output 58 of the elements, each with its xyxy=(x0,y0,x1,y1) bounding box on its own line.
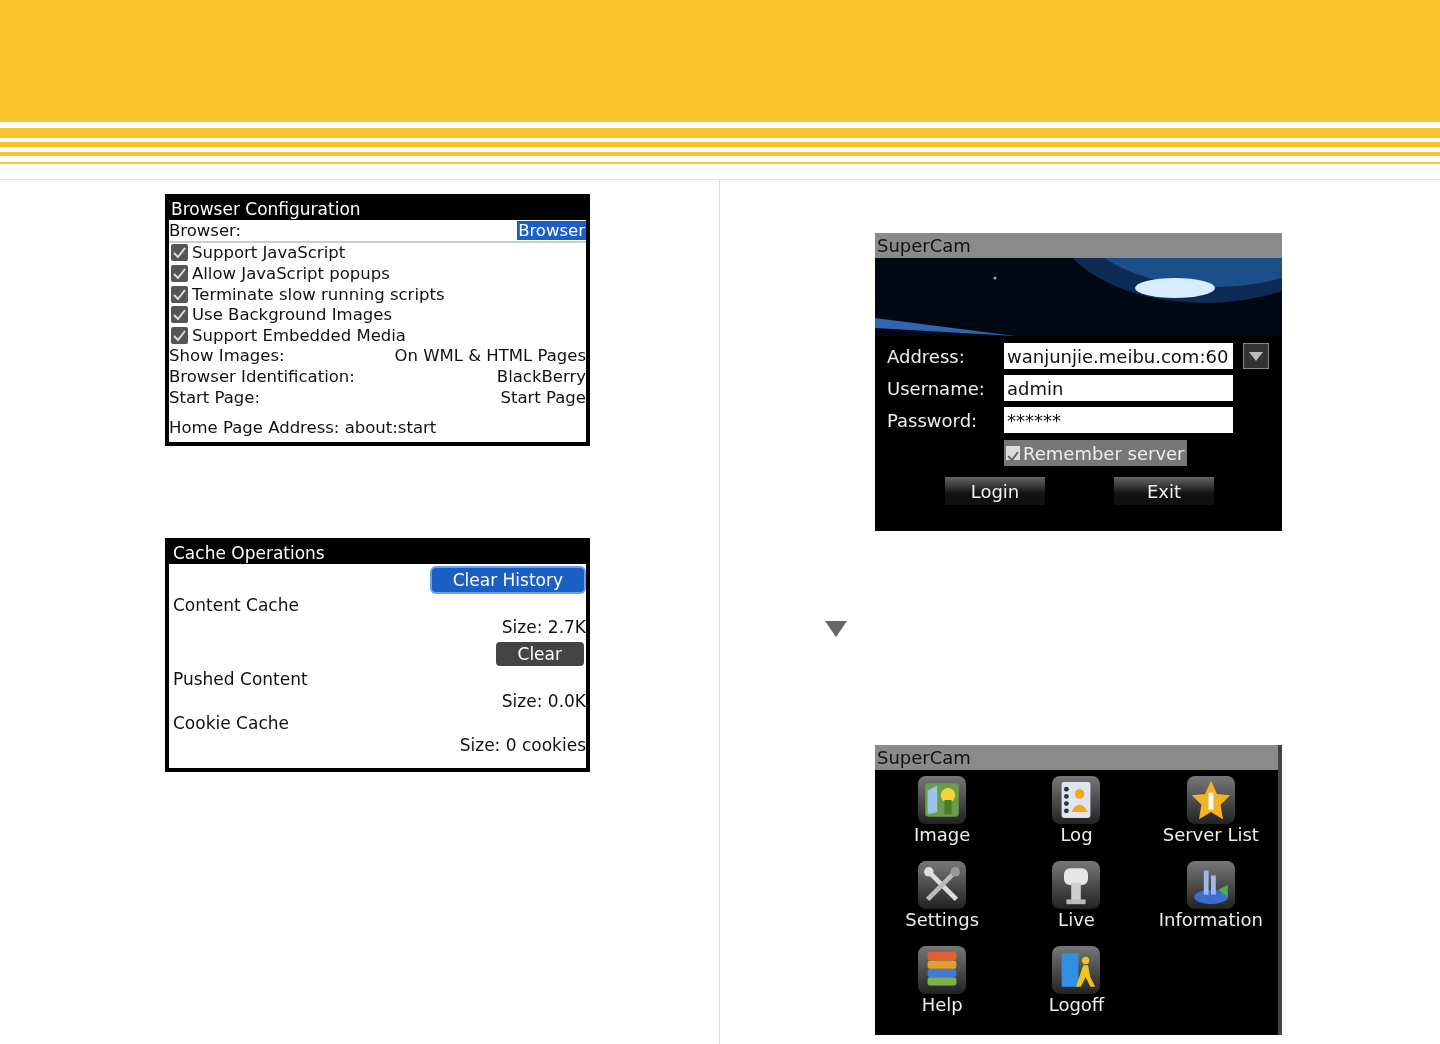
menu-item[interactable]: Settings xyxy=(875,861,1010,946)
checkbox-label: Support Embedded Media xyxy=(192,325,406,345)
books-icon xyxy=(918,946,967,994)
cache-label: Content Cache xyxy=(173,593,300,616)
cache-size: Size: 2.7K xyxy=(501,615,586,638)
checkbox-label: Allow JavaScript popups xyxy=(192,264,390,283)
menu-item[interactable]: Image xyxy=(875,776,1010,861)
checkbox-label: Use Background Images xyxy=(192,305,393,325)
field-label: Username: xyxy=(887,377,986,399)
contacts-book-icon xyxy=(1052,776,1101,824)
remember-checkbox[interactable]: Remember server xyxy=(1004,440,1187,466)
setting-value[interactable]: On WML & HTML Pages xyxy=(394,346,586,366)
cache-label: Cookie Cache xyxy=(173,711,290,734)
setting-label: Browser Identification: xyxy=(169,366,355,386)
setting-value[interactable]: Start Page xyxy=(500,387,586,407)
input-field[interactable]: ****** xyxy=(1004,407,1233,433)
photo-icon xyxy=(918,776,967,824)
login-button[interactable]: Login xyxy=(945,477,1045,505)
camera-icon xyxy=(1052,861,1101,909)
down-arrow-icon xyxy=(825,621,847,637)
setting-value[interactable]: BlackBerry xyxy=(496,366,586,386)
menu-item[interactable]: Live xyxy=(1009,861,1144,946)
browser-select[interactable]: Browser xyxy=(517,220,586,240)
check-icon xyxy=(1006,446,1020,460)
cache-label: Pushed Content xyxy=(173,667,309,690)
setting-label: Start Page: xyxy=(169,387,261,407)
input-field[interactable]: admin xyxy=(1004,375,1233,401)
cache-size: Size: 0 cookies xyxy=(459,733,586,756)
door-exit-icon xyxy=(1052,946,1101,994)
login-button[interactable]: Exit xyxy=(1114,477,1214,505)
field-label: Address: xyxy=(887,345,966,367)
checkbox[interactable] xyxy=(171,306,188,324)
clear-button[interactable]: Clear History xyxy=(431,567,584,592)
checkbox-label: Support JavaScript xyxy=(192,243,346,263)
menu-item[interactable]: Log xyxy=(1009,776,1144,861)
cache-size: Size: 0.0K xyxy=(501,689,586,712)
menu-item[interactable]: Logoff xyxy=(1009,946,1144,1031)
menu-item[interactable]: Information xyxy=(1143,861,1278,946)
setting-label: Browser: xyxy=(169,220,242,240)
screen-title: Browser Configuration xyxy=(169,198,586,220)
input-field[interactable]: wanjunjie.meibu.com:60 xyxy=(1004,343,1233,369)
tools-icon xyxy=(918,861,967,909)
app-title: SuperCam xyxy=(875,745,1278,770)
setting-label: Show Images: xyxy=(169,346,285,366)
checkbox[interactable] xyxy=(171,326,188,344)
chart-icon xyxy=(1186,861,1235,909)
field-label: Password: xyxy=(887,409,979,431)
checkbox[interactable] xyxy=(171,244,188,262)
checkbox[interactable] xyxy=(171,265,188,282)
setting-text: Home Page Address: about:start xyxy=(169,418,437,438)
checkbox-label: Terminate slow running scripts xyxy=(192,284,445,304)
dropdown-icon[interactable] xyxy=(1243,343,1269,369)
menu-item[interactable]: Server List xyxy=(1143,776,1278,861)
screen-title: Cache Operations xyxy=(169,541,586,564)
app-title: SuperCam xyxy=(875,233,1282,258)
checkbox[interactable] xyxy=(171,285,188,303)
menu-item[interactable]: Help xyxy=(875,946,1010,1031)
clear-button[interactable]: Clear xyxy=(495,641,584,666)
